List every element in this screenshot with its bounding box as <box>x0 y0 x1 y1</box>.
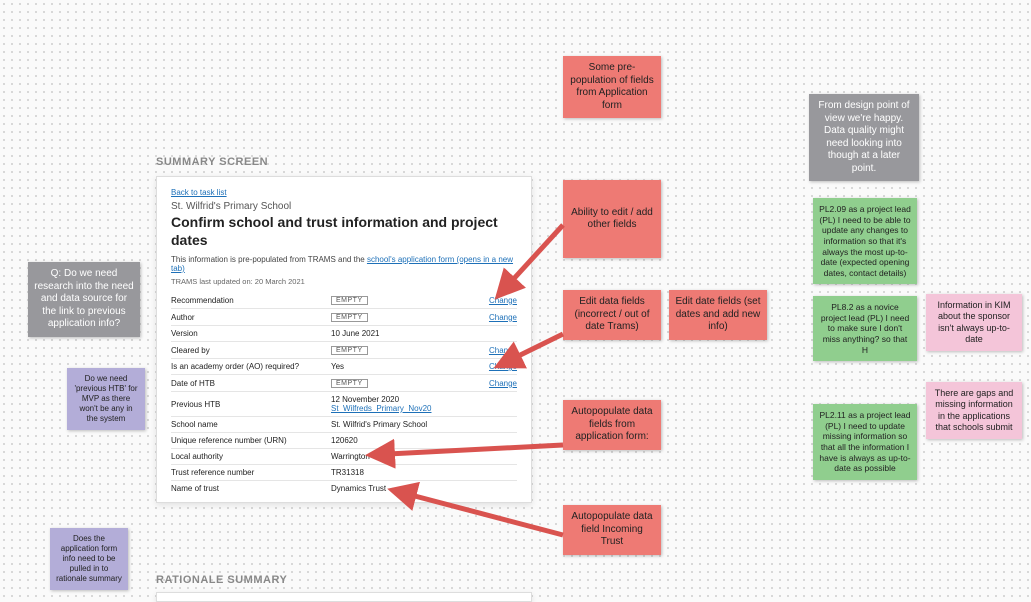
change-recommendation-link[interactable]: Change <box>489 296 517 305</box>
sticky-pl211[interactable]: PL2.11 as a project lead (PL) I need to … <box>813 404 917 480</box>
row-cleared-by: Cleared by EMPTY Change <box>171 342 517 359</box>
rationale-summary-label: RATIONALE SUMMARY <box>156 574 287 586</box>
sticky-design-happy[interactable]: From design point of view we're happy. D… <box>809 94 919 181</box>
row-previous-htb: Previous HTB 12 November 2020 St_Wilfred… <box>171 392 517 417</box>
row-author: Author EMPTY Change <box>171 309 517 326</box>
summary-screen-label: SUMMARY SCREEN <box>156 156 268 168</box>
sticky-edit-date-fields[interactable]: Edit date fields (set dates and add new … <box>669 290 767 340</box>
change-author-link[interactable]: Change <box>489 313 517 322</box>
sticky-edit-add-fields[interactable]: Ability to edit / add other fields <box>563 180 661 258</box>
row-urn: Unique reference number (URN) 120620 <box>171 433 517 449</box>
sticky-edit-data-fields[interactable]: Edit data fields (incorrect / out of dat… <box>563 290 661 340</box>
change-date-htb-link[interactable]: Change <box>489 379 517 388</box>
row-school-name: School name St. Wilfrid's Primary School <box>171 417 517 433</box>
sticky-appform-rationale[interactable]: Does the application form info need to b… <box>50 528 128 590</box>
sticky-previous-htb-mvp[interactable]: Do we need 'previous HTB' for MVP as the… <box>67 368 145 430</box>
sticky-question-research[interactable]: Q: Do we need research into the need and… <box>28 262 140 337</box>
empty-badge: EMPTY <box>331 296 368 305</box>
sticky-kim-sponsor[interactable]: Information in KIM about the sponsor isn… <box>926 294 1022 351</box>
row-recommendation: Recommendation EMPTY Change <box>171 292 517 309</box>
row-trust-ref: Trust reference number TR31318 <box>171 465 517 481</box>
trams-last-updated: TRAMS last updated on: 20 March 2021 <box>171 277 517 286</box>
sticky-pl82[interactable]: PL8.2 as a novice project lead (PL) I ne… <box>813 296 917 361</box>
empty-badge: EMPTY <box>331 346 368 355</box>
row-local-authority: Local authority Warrington <box>171 449 517 465</box>
empty-badge: EMPTY <box>331 313 368 322</box>
sticky-gaps-missing[interactable]: There are gaps and missing information i… <box>926 382 1022 439</box>
sticky-autopopulate-appform[interactable]: Autopopulate data fields from applicatio… <box>563 400 661 450</box>
page-heading: Confirm school and trust information and… <box>171 214 517 249</box>
summary-form-card: Back to task list St. Wilfrid's Primary … <box>156 176 532 503</box>
row-date-htb: Date of HTB EMPTY Change <box>171 375 517 392</box>
back-to-task-list-link[interactable]: Back to task list <box>171 188 227 197</box>
sticky-pl209[interactable]: PL2.09 as a project lead (PL) I need to … <box>813 198 917 284</box>
sticky-prepopulation[interactable]: Some pre-population of fields from Appli… <box>563 56 661 118</box>
row-ao-required: Is an academy order (AO) required? Yes C… <box>171 359 517 375</box>
rationale-form-card <box>156 592 532 602</box>
intro-text: This information is pre-populated from T… <box>171 255 517 273</box>
change-ao-required-link[interactable]: Change <box>489 362 517 371</box>
row-version: Version 10 June 2021 <box>171 326 517 342</box>
change-cleared-by-link[interactable]: Change <box>489 346 517 355</box>
previous-htb-doc-link[interactable]: St_Wilfreds_Primary_Nov20 <box>331 404 431 413</box>
school-caption: St. Wilfrid's Primary School <box>171 201 517 212</box>
empty-badge: EMPTY <box>331 379 368 388</box>
row-trust-name: Name of trust Dynamics Trust <box>171 481 517 496</box>
sticky-autopopulate-trust[interactable]: Autopopulate data field Incoming Trust <box>563 505 661 555</box>
